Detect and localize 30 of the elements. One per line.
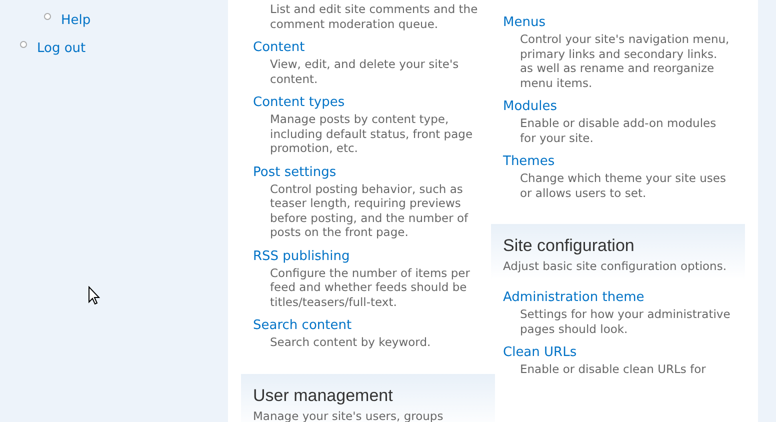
item-description: Configure the number of items per feed and whether feeds should be titles/teasers/full-text.: [269, 266, 471, 309]
admin-link[interactable]: RSS publishing: [253, 248, 350, 264]
bullet-icon: [44, 12, 51, 20]
sidebar-link[interactable]: Help: [61, 11, 91, 31]
admin-link[interactable]: Clean URLs: [503, 345, 577, 361]
item-description: List and edit site comments and the comment moderation queue.: [269, 2, 479, 31]
admin-link[interactable]: Post settings: [253, 164, 336, 180]
item-description: Change which theme your site uses or allows users to set.: [519, 171, 727, 200]
section-description: Manage your site's users, groups: [253, 408, 444, 422]
admin-link[interactable]: Content: [253, 40, 305, 56]
item-description: View, edit, and delete your site's content.: [269, 57, 460, 86]
admin-link[interactable]: Administration theme: [503, 290, 644, 306]
item-description: Manage posts by content type, including default status, front page promotion, etc.: [269, 112, 474, 156]
admin-link[interactable]: Modules: [503, 99, 558, 115]
admin-link[interactable]: Themes: [503, 154, 555, 170]
section-title: User management: [253, 386, 394, 406]
cursor-icon: [88, 286, 100, 305]
item-description: Enable or disable clean URLs for: [519, 362, 707, 376]
section-description: Adjust basic site configuration options.: [503, 258, 728, 274]
sidebar-link[interactable]: Log out: [37, 39, 86, 59]
item-description: Settings for how your administrative pages should look.: [519, 307, 732, 336]
admin-link[interactable]: Search content: [253, 318, 352, 334]
admin-link[interactable]: Content types: [253, 95, 345, 111]
item-description: Control your site's navigation menu, primary links and secondary links. as well as rename and reorganize menu items.: [519, 32, 730, 90]
item-description: Search content by keyword.: [269, 335, 432, 350]
admin-link[interactable]: Menus: [503, 15, 546, 31]
item-description: Enable or disable add-on modules for your site.: [519, 116, 718, 145]
bullet-icon: [20, 40, 27, 48]
section-title: Site configuration: [503, 236, 636, 256]
item-description: Control posting behavior, such as teaser length, requiring previews before posting, and the number of posts on the front page.: [269, 182, 470, 240]
